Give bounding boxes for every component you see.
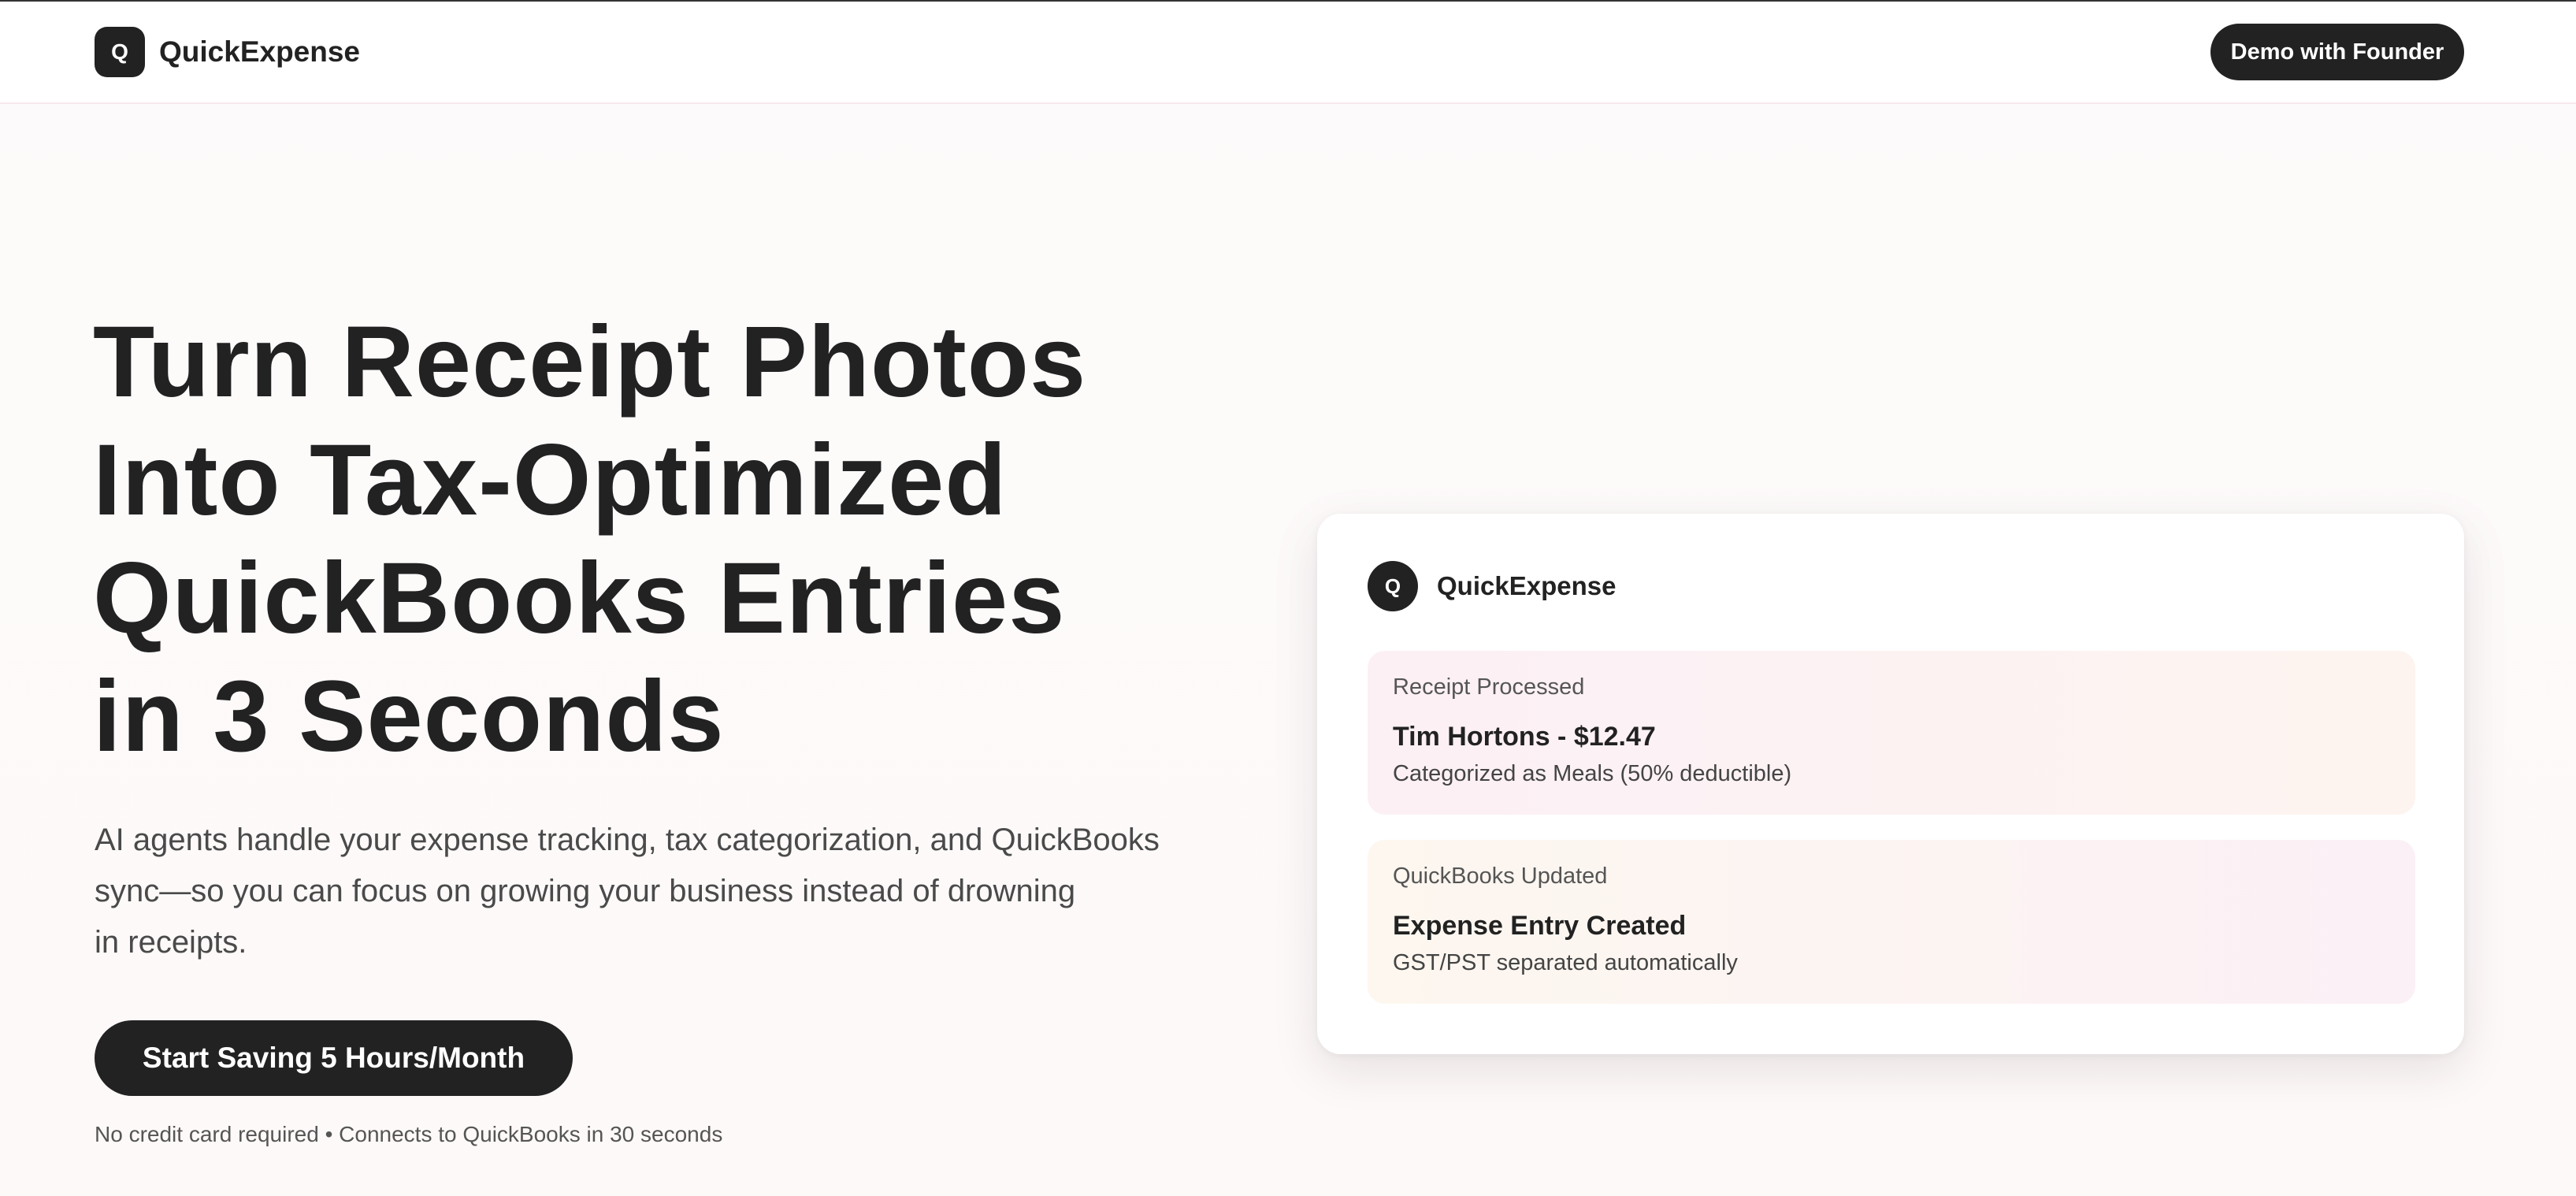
q-logo-icon: Q — [95, 27, 145, 77]
start-saving-button[interactable]: Start Saving 5 Hours/Month — [95, 1020, 573, 1096]
hero-subtitle: AI agents handle your expense tracking, … — [95, 815, 1260, 968]
navbar: Q QuickExpense Demo with Founder — [0, 2, 2576, 104]
brand-logo-link[interactable]: Q QuickExpense — [95, 27, 360, 77]
hero-title: Turn Receipt Photos Into Tax-Optimized Q… — [93, 303, 1275, 776]
hero-title-line: in 3 Seconds — [93, 660, 725, 773]
panel-label: Receipt Processed — [1393, 674, 1585, 700]
panel-label: QuickBooks Updated — [1393, 864, 1608, 889]
hero-subtitle-line: sync—so you can focus on growing your bu… — [95, 874, 1076, 908]
panel-description: Categorized as Meals (50% deductible) — [1393, 761, 1792, 786]
panel-title: Tim Hortons - $12.47 — [1393, 722, 1656, 752]
card-header: Q QuickExpense — [1368, 561, 1616, 611]
panel-title: Expense Entry Created — [1393, 911, 1687, 941]
hero-subtitle-line: in receipts. — [95, 925, 247, 960]
hero-subtitle-line: AI agents handle your expense tracking, … — [95, 823, 1160, 857]
quickbooks-updated-panel: QuickBooks Updated Expense Entry Created… — [1368, 840, 2415, 1004]
preview-card: Q QuickExpense Receipt Processed Tim Hor… — [1317, 514, 2464, 1054]
hero-title-line: Turn Receipt Photos — [93, 306, 1087, 418]
receipt-processed-panel: Receipt Processed Tim Hortons - $12.47 C… — [1368, 651, 2415, 815]
card-brand-name: QuickExpense — [1437, 571, 1616, 600]
demo-with-founder-button[interactable]: Demo with Founder — [2210, 24, 2464, 80]
panel-description: GST/PST separated automatically — [1393, 950, 1738, 975]
hero-title-line: Into Tax-Optimized — [93, 424, 1008, 537]
q-logo-icon: Q — [1368, 561, 1418, 611]
hero-title-line: QuickBooks Entries — [93, 542, 1066, 655]
cta-note: No credit card required • Connects to Qu… — [95, 1122, 723, 1146]
brand-name: QuickExpense — [159, 35, 361, 68]
